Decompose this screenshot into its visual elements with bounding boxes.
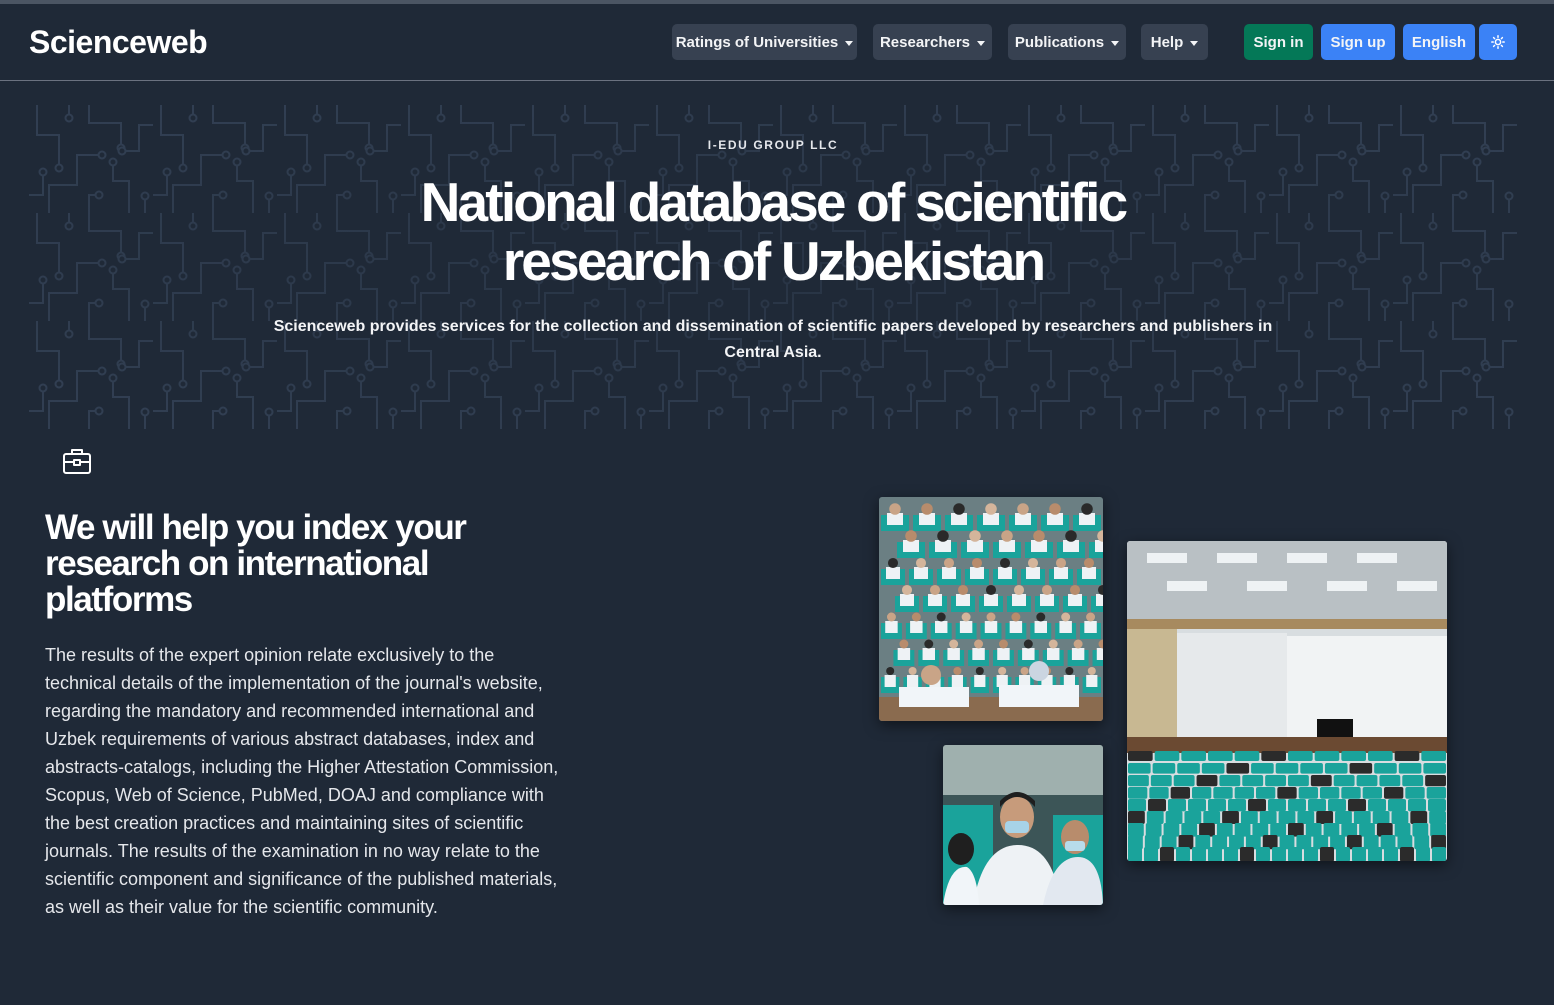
hero-subtitle: Scienceweb provides services for the col… <box>273 318 1273 361</box>
caret-down-icon <box>977 40 986 46</box>
nav-ratings-dropdown[interactable]: Ratings of Universities <box>672 24 857 60</box>
hero-title: National database of scientific research… <box>420 171 1129 292</box>
students-closeup-photo <box>943 745 1103 905</box>
sign-in-button[interactable]: Sign in <box>1244 24 1313 60</box>
caret-down-icon <box>1190 40 1199 46</box>
nav-help-dropdown[interactable]: Help <box>1141 24 1208 60</box>
briefcase-icon <box>63 449 91 474</box>
nav-help-label: Help <box>1150 33 1184 51</box>
hero-content: I-EDU GROUP LLC National database of sci… <box>29 105 1517 429</box>
nav-researchers-label: Researchers <box>879 33 971 51</box>
feature-description: The results of the expert opinion relate… <box>45 645 559 917</box>
nav-publications-dropdown[interactable]: Publications <box>1008 24 1126 60</box>
nav-researchers-dropdown[interactable]: Researchers <box>873 24 992 60</box>
theme-toggle-button[interactable] <box>1479 24 1517 60</box>
language-button[interactable]: English <box>1403 24 1475 60</box>
nav-publications-label: Publications <box>1014 33 1105 51</box>
hero-section: I-EDU GROUP LLC National database of sci… <box>29 105 1517 429</box>
feature-icon-wrapper <box>61 445 93 482</box>
caret-down-icon <box>1111 40 1120 46</box>
site-logo[interactable]: Scienceweb <box>29 24 208 61</box>
auditorium-photo <box>1127 541 1447 861</box>
hero-eyebrow: I-EDU GROUP LLC <box>707 138 839 152</box>
feature-title: We will help you index your research on … <box>45 508 467 619</box>
audience-photo <box>879 497 1103 721</box>
sun-icon <box>1491 35 1505 49</box>
navbar: Scienceweb Ratings of Universities Resea… <box>0 4 1554 81</box>
sign-up-button[interactable]: Sign up <box>1321 24 1395 60</box>
caret-down-icon <box>845 40 854 46</box>
nav-ratings-label: Ratings of Universities <box>675 33 839 51</box>
